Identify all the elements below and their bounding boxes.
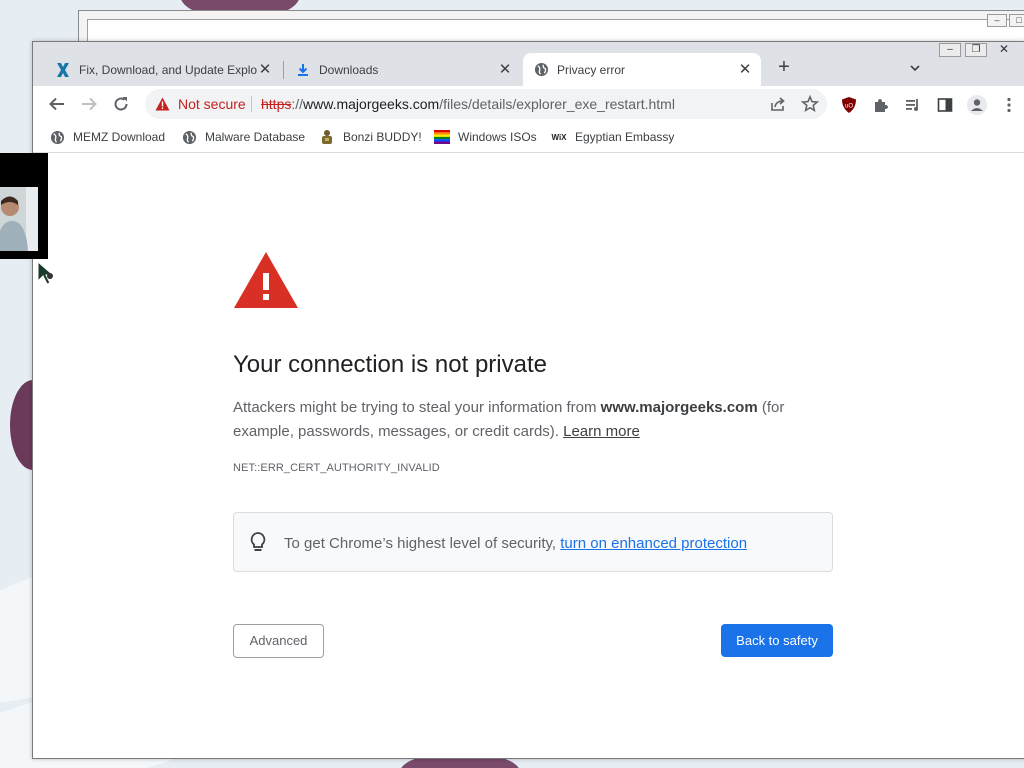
menu-icon[interactable] [999,95,1019,115]
bookmarks-bar: MEMZ Download Malware Database Bonzi BUD… [33,122,1024,153]
close-tab-icon[interactable]: ✕ [497,61,513,78]
tab-majorgeeks[interactable]: Fix, Download, and Update Explo ✕ [45,53,281,86]
minimize-icon[interactable]: – [987,14,1007,27]
tab-title: Privacy error [557,62,626,77]
bookmark-label: Bonzi BUDDY! [343,130,422,144]
x-logo-icon [55,62,71,78]
address-bar[interactable]: Not secure https://www.majorgeeks.com/fi… [145,89,827,119]
svg-text:WiX: WiX [551,133,567,142]
url-host: www.majorgeeks.com [303,96,440,112]
globe-icon [533,62,549,78]
tab-privacy-error[interactable]: Privacy error ✕ [523,53,761,86]
svg-text:uO: uO [845,104,853,110]
not-secure-label[interactable]: Not secure [178,96,246,112]
close-tab-icon[interactable]: ✕ [737,61,753,78]
error-page: Your connection is not private Attackers… [33,153,1024,758]
extensions-icon[interactable] [871,95,891,115]
forward-icon[interactable] [76,91,102,117]
url-path: /files/details/explorer_exe_restart.html [439,96,675,112]
browser-window: – ❐ ✕ Fix, Download, and Update Explo ✕ … [32,41,1024,759]
tab-strip: – ❐ ✕ Fix, Download, and Update Explo ✕ … [33,42,1024,86]
globe-icon [49,129,65,145]
bookmark-label: Egyptian Embassy [575,130,675,144]
danger-triangle-icon [233,251,299,314]
bookmark-label: MEMZ Download [73,130,166,144]
toolbar: Not secure https://www.majorgeeks.com/fi… [33,86,1024,122]
tip-prefix: To get Chrome’s highest level of securit… [284,535,561,552]
wix-icon: WiX [551,129,567,145]
error-code: NET::ERR_CERT_AUTHORITY_INVALID [233,462,440,474]
enhanced-protection-tip: To get Chrome’s highest level of securit… [233,512,833,572]
download-icon [295,62,311,78]
webcam-image [0,187,38,251]
bookmark-memz[interactable]: MEMZ Download [49,127,165,147]
description-host: www.majorgeeks.com [600,399,758,416]
warning-icon[interactable] [155,97,170,116]
profile-avatar-icon[interactable] [967,95,987,115]
globe-icon [181,129,197,145]
tab-title: Downloads [319,62,379,77]
bookmark-label: Windows ISOs [458,130,537,144]
restore-button[interactable]: ❐ [965,43,987,57]
tab-title: Fix, Download, and Update Explo [79,62,257,77]
url-text[interactable]: https://www.majorgeeks.com/files/details… [261,96,675,112]
omnibox-divider [251,96,252,112]
back-to-safety-button[interactable]: Back to safety [721,624,833,657]
bonzi-icon [319,129,335,145]
bookmark-malware-database[interactable]: Malware Database [181,127,305,147]
maximize-icon[interactable]: □ [1009,14,1024,27]
lightbulb-icon [249,531,267,558]
tab-search-icon[interactable] [905,58,925,78]
error-description: Attackers might be trying to steal your … [233,396,833,444]
bookmark-bonzi-buddy[interactable]: Bonzi BUDDY! [319,127,422,147]
tab-downloads[interactable]: Downloads ✕ [285,53,521,86]
description-text: Attackers might be trying to steal your … [233,399,601,416]
error-heading: Your connection is not private [233,351,547,378]
tip-text: To get Chrome’s highest level of securit… [284,535,747,552]
url-scheme: https [261,96,292,112]
bookmark-egyptian-embassy[interactable]: WiX Egyptian Embassy [551,127,674,147]
share-icon[interactable] [769,95,787,118]
bookmark-windows-isos[interactable]: Windows ISOs [434,127,537,147]
tab-separator [283,61,284,79]
enhanced-protection-link[interactable]: turn on enhanced protection [560,535,747,552]
side-panel-icon[interactable] [935,95,955,115]
mouse-cursor-icon [37,260,59,290]
rainbow-flag-icon [434,129,450,145]
close-tab-icon[interactable]: ✕ [257,61,273,78]
ublock-icon[interactable]: uO [839,95,859,115]
minimize-button[interactable]: – [939,43,961,57]
media-control-icon[interactable] [903,95,923,115]
new-tab-button[interactable]: + [773,57,795,79]
back-icon[interactable] [44,91,70,117]
bookmark-label: Malware Database [205,130,306,144]
webcam-overlay [0,153,48,259]
url-separator: :// [291,96,304,112]
reload-icon[interactable] [108,91,134,117]
advanced-button[interactable]: Advanced [233,624,324,658]
close-window-button[interactable]: ✕ [993,43,1015,57]
learn-more-link[interactable]: Learn more [563,423,640,440]
bookmark-star-icon[interactable] [800,94,820,118]
